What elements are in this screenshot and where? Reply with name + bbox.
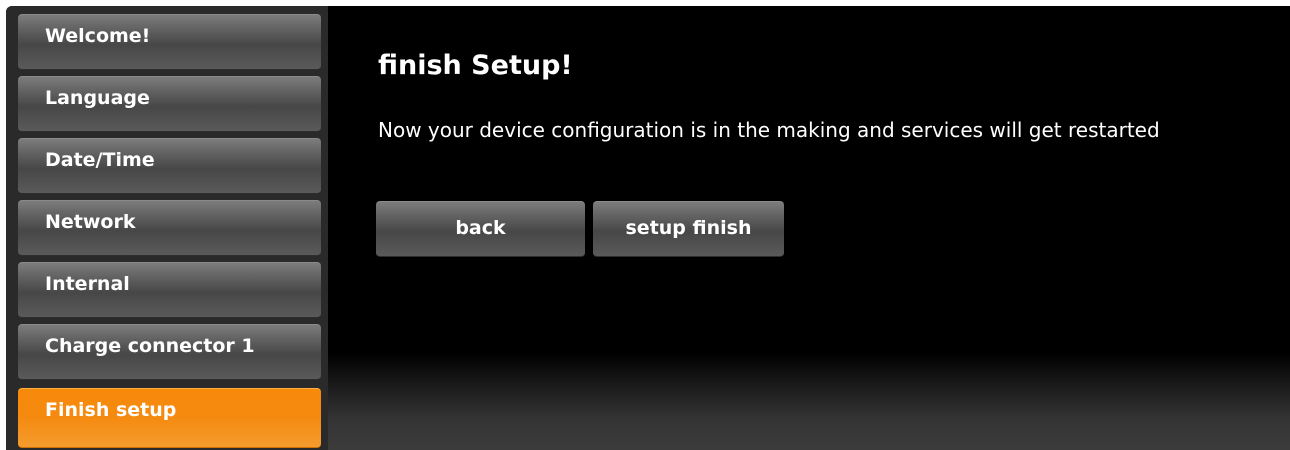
back-button[interactable]: back [376,201,585,257]
setup-finish-button[interactable]: setup finish [593,201,784,257]
sidebar-item-date-time[interactable]: Date/Time [18,138,321,194]
sidebar: Welcome! Language Date/Time Network Inte… [6,6,328,450]
sidebar-item-language[interactable]: Language [18,76,321,132]
sidebar-item-internal[interactable]: Internal [18,262,321,318]
sidebar-item-charge-connector-1[interactable]: Charge connector 1 [18,324,321,380]
sidebar-item-finish-setup[interactable]: Finish setup [18,388,321,448]
sidebar-item-network[interactable]: Network [18,200,321,256]
page-title: finish Setup! [378,50,573,81]
sidebar-item-welcome[interactable]: Welcome! [18,14,321,70]
setup-window: Welcome! Language Date/Time Network Inte… [6,6,1290,450]
main-panel: finish Setup! Now your device configurat… [328,6,1290,450]
status-message: Now your device configuration is in the … [378,118,1160,142]
